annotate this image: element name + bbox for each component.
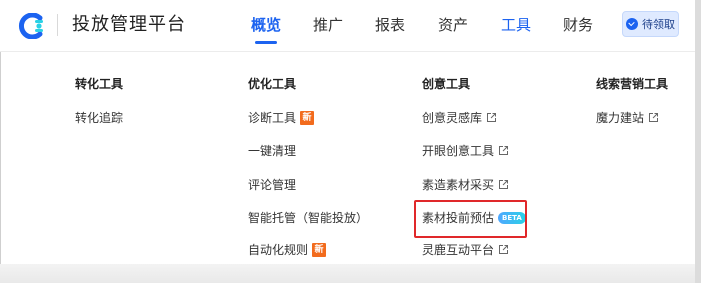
external-link-icon: [499, 180, 509, 189]
menu-item-label: 自动化规则: [248, 243, 309, 257]
column-title-creative-tools: 创意工具: [422, 77, 471, 91]
menu-item-label: 素造素材采买: [422, 178, 495, 192]
menu-item-label: 魔力建站: [596, 111, 645, 125]
highlight-outline: [414, 200, 527, 238]
menu-item-label: 开眼创意工具: [422, 144, 495, 158]
menu-item-one-click-cleanup[interactable]: 一键清理: [248, 142, 296, 159]
logo-divider: [57, 14, 58, 36]
nav-tab-promotion[interactable]: 推广: [313, 13, 343, 37]
external-link-icon: [649, 113, 659, 122]
menu-item-label: 灵鹿互动平台: [422, 243, 495, 257]
column-title-lead-marketing-tools: 线索营销工具: [596, 77, 669, 91]
external-link-icon: [499, 245, 509, 254]
menu-item-smart-hosting[interactable]: 智能托管（智能投放）: [248, 209, 368, 226]
brand-c-logo-icon[interactable]: [18, 12, 46, 40]
external-link-icon: [499, 146, 509, 155]
active-tab-indicator: [255, 41, 277, 44]
menu-item-creative-inspiration[interactable]: 创意灵感库: [422, 109, 497, 126]
window-edge: [695, 0, 701, 283]
external-link-icon: [487, 113, 497, 122]
app-title: 投放管理平台: [72, 14, 186, 35]
menu-item-conversion-tracking[interactable]: 转化追踪: [75, 109, 123, 126]
page-bottom-background: [0, 264, 695, 283]
menu-item-label: 转化追踪: [75, 111, 124, 125]
nav-tab-overview[interactable]: 概览: [251, 13, 281, 37]
menu-item-label: 创意灵感库: [422, 111, 483, 125]
menu-item-label: 诊断工具: [248, 111, 297, 125]
menu-item-label: 一键清理: [248, 144, 297, 158]
nav-tab-tools[interactable]: 工具: [501, 13, 531, 37]
menu-item-linglu-interactive[interactable]: 灵鹿互动平台: [422, 241, 509, 258]
column-title-optimization-tools: 优化工具: [248, 77, 297, 91]
menu-item-comment-management[interactable]: 评论管理: [248, 176, 296, 193]
nav-tab-assets[interactable]: 资产: [438, 13, 468, 37]
check-circle-icon: [626, 18, 638, 30]
new-badge: 新: [300, 110, 315, 125]
menu-item-magic-site-builder[interactable]: 魔力建站: [596, 109, 659, 126]
column-title-conversion-tools: 转化工具: [75, 77, 124, 91]
menu-item-kaiyan-creative-tool[interactable]: 开眼创意工具: [422, 142, 509, 159]
top-header: 投放管理平台 概览 推广 报表 资产 工具 财务 待领取: [0, 0, 695, 52]
pending-claim-label: 待领取: [642, 18, 675, 31]
menu-item-material-purchase[interactable]: 素造素材采买: [422, 176, 509, 193]
menu-item-automation-rules[interactable]: 自动化规则 新: [248, 241, 327, 258]
pending-claim-button[interactable]: 待领取: [622, 11, 679, 37]
nav-tab-finance[interactable]: 财务: [563, 13, 593, 37]
menu-item-label: 智能托管（智能投放）: [248, 211, 369, 225]
nav-tab-reports[interactable]: 报表: [375, 13, 405, 37]
menu-item-label: 评论管理: [248, 178, 297, 192]
new-badge: 新: [312, 242, 327, 257]
menu-item-diagnosis-tool[interactable]: 诊断工具 新: [248, 109, 315, 126]
